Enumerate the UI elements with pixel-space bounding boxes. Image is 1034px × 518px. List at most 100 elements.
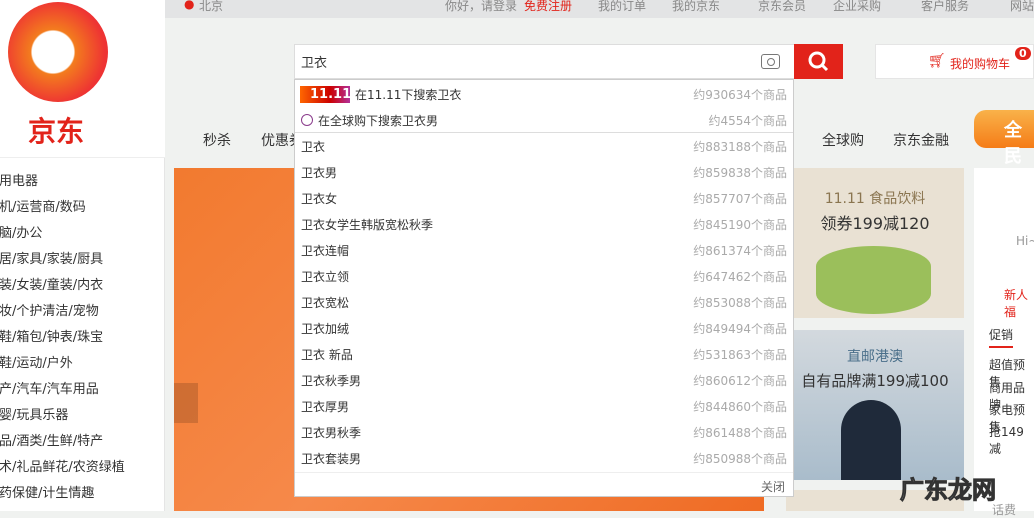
suggestion-count: 约859838个商品 <box>693 166 787 180</box>
mascot-icon <box>8 2 108 102</box>
suggestion-item[interactable]: 卫衣 新品 约531863个商品 <box>295 341 793 367</box>
category-item[interactable]: 家用电器 <box>0 170 38 189</box>
nav-seckill[interactable]: 秒杀 <box>203 130 231 150</box>
suggestion-count: 约849494个商品 <box>693 322 787 336</box>
suggestion-count: 约861488个商品 <box>693 426 787 440</box>
search-icon <box>808 51 829 72</box>
enterprise-link[interactable]: 企业采购 <box>833 0 881 14</box>
user-panel: Hi~ 新人福 促销 超值预售 商用品牌 家电预售 抢149减 话费 <box>974 168 1034 517</box>
globe-icon <box>301 114 313 126</box>
camera-icon[interactable] <box>761 54 780 69</box>
new-user-button[interactable]: 新人福 <box>1004 286 1034 320</box>
suggestion-text: 卫衣套装男 <box>301 452 362 466</box>
nav-finance[interactable]: 京东金融 <box>893 130 949 150</box>
customer-service-link[interactable]: 客户服务 <box>921 0 969 14</box>
suggestion-count: 约531863个商品 <box>693 348 787 362</box>
promo-hk-macau[interactable]: 直邮港澳 自有品牌满199减100 <box>786 330 964 480</box>
watermark: 广东龙网 <box>900 476 997 505</box>
suggestion-text: 卫衣 <box>301 140 326 154</box>
category-item[interactable]: 医药保健/计生情趣 <box>0 482 94 501</box>
jd-logo[interactable]: 京东 <box>0 0 165 158</box>
suggestion-count: 约647462个商品 <box>693 270 787 284</box>
suggestion-count: 约4554个商品 <box>708 114 787 128</box>
greeting: Hi~ <box>1016 234 1034 248</box>
suggestion-global[interactable]: 在全球购下搜索卫衣男 约4554个商品 <box>295 107 793 133</box>
cart-button[interactable]: 🛒︎ 我的购物车 0 <box>875 44 1034 79</box>
suggestion-count: 约853088个商品 <box>693 296 787 310</box>
cart-count-badge: 0 <box>1015 47 1031 60</box>
suggestion-count: 约857707个商品 <box>693 192 787 206</box>
cake-image <box>816 246 931 314</box>
login-link[interactable]: 你好，请登录 <box>445 0 517 14</box>
suggestion-item[interactable]: 卫衣厚男 约844860个商品 <box>295 393 793 419</box>
nav-global[interactable]: 全球购 <box>822 130 864 150</box>
suggestion-1111[interactable]: 11.11 在11.11下搜索卫衣 约930634个商品 <box>295 81 793 107</box>
my-orders-link[interactable]: 我的订单 <box>598 0 646 14</box>
suggestion-text: 卫衣秋季男 <box>301 374 362 388</box>
category-item[interactable]: 手机/运营商/数码 <box>0 196 86 215</box>
category-item[interactable]: 电脑/办公 <box>0 222 42 241</box>
suggestion-item[interactable]: 卫衣女 约857707个商品 <box>295 185 793 211</box>
suggestion-text: 在11.11下搜索卫衣 <box>355 88 462 102</box>
close-suggestions-button[interactable]: 关闭 <box>761 478 785 495</box>
suggestion-count: 约844860个商品 <box>693 400 787 414</box>
site-nav-link[interactable]: 网站 <box>1010 0 1034 14</box>
search-box <box>294 44 794 79</box>
suggestion-item[interactable]: 卫衣秋季男 约860612个商品 <box>295 367 793 393</box>
category-item[interactable]: 女鞋/箱包/钟表/珠宝 <box>0 326 103 345</box>
suggestion-text: 卫衣女学生韩版宽松秋季 <box>301 218 434 232</box>
register-link[interactable]: 免费注册 <box>524 0 572 14</box>
jd-member-link[interactable]: 京东会员 <box>758 0 806 14</box>
promo-badge[interactable]: 全民 <box>974 110 1034 167</box>
category-item[interactable]: 母婴/玩具乐器 <box>0 404 68 423</box>
promo-title: 11.11 食品饮料 <box>824 191 926 207</box>
suggestion-item[interactable]: 卫衣加绒 约849494个商品 <box>295 315 793 341</box>
category-sidebar: 京东 家用电器手机/运营商/数码电脑/办公家居/家具/家装/厨具男装/女装/童装… <box>0 0 165 511</box>
suggestion-text: 卫衣男秋季 <box>301 426 362 440</box>
logo-text: 京东 <box>28 115 85 148</box>
category-item[interactable]: 男装/女装/童装/内衣 <box>0 274 103 293</box>
suggestion-item[interactable]: 卫衣 约883188个商品 <box>295 133 793 159</box>
tab-promo[interactable]: 促销 <box>989 326 1014 348</box>
news-item[interactable]: 抢149减 <box>989 423 1034 457</box>
suggestion-text: 卫衣女 <box>301 192 338 206</box>
suggestion-item[interactable]: 卫衣男 约859838个商品 <box>295 159 793 185</box>
search-button[interactable] <box>794 44 843 79</box>
suggestion-text: 卫衣男 <box>301 166 338 180</box>
suggestion-count: 约930634个商品 <box>693 88 787 102</box>
suggestion-count: 约861374个商品 <box>693 244 787 258</box>
cart-label: 我的购物车 <box>950 57 1011 71</box>
suggestion-text: 在全球购下搜索卫衣男 <box>318 114 439 128</box>
suggestion-item[interactable]: 卫衣套装男 约850988个商品 <box>295 445 793 471</box>
category-item[interactable]: 食品/酒类/生鲜/特产 <box>0 430 103 449</box>
suggestion-item[interactable]: 卫衣女学生韩版宽松秋季 约845190个商品 <box>295 211 793 237</box>
my-jd-link[interactable]: 我的京东 <box>672 0 720 14</box>
suggestion-item[interactable]: 卫衣男秋季 约861488个商品 <box>295 419 793 445</box>
suggestion-count: 约850988个商品 <box>693 452 787 466</box>
category-item[interactable]: 家居/家具/家装/厨具 <box>0 248 103 267</box>
suggestion-text: 卫衣 新品 <box>301 348 353 362</box>
suggestion-count: 约860612个商品 <box>693 374 787 388</box>
category-item[interactable]: 美妆/个护清洁/宠物 <box>0 300 99 319</box>
promo-food[interactable]: 11.11 食品饮料 领券199减120 <box>786 168 964 318</box>
suggestion-count: 约883188个商品 <box>693 140 787 154</box>
suggestion-item[interactable]: 卫衣宽松 约853088个商品 <box>295 289 793 315</box>
1111-badge-icon: 11.11 <box>300 86 351 103</box>
location-link[interactable]: 北京 <box>199 0 223 14</box>
suggestion-text: 卫衣连帽 <box>301 244 350 258</box>
suggestion-text: 卫衣加绒 <box>301 322 350 336</box>
location-pin-icon: ● <box>184 0 195 11</box>
category-item[interactable]: 艺术/礼品鲜花/农资绿植 <box>0 456 125 475</box>
suggestion-count: 约845190个商品 <box>693 218 787 232</box>
model-image <box>841 400 901 480</box>
cart-icon: 🛒︎ <box>928 53 946 69</box>
search-input[interactable] <box>295 45 745 78</box>
category-item[interactable]: 男鞋/运动/户外 <box>0 352 73 371</box>
suggestion-text: 卫衣厚男 <box>301 400 350 414</box>
banner-prev-arrow[interactable] <box>174 383 198 423</box>
search-suggestions: 11.11 在11.11下搜索卫衣 约930634个商品 在全球购下搜索卫衣男 … <box>294 79 794 497</box>
suggestion-item[interactable]: 卫衣立领 约647462个商品 <box>295 263 793 289</box>
suggestion-text: 卫衣立领 <box>301 270 350 284</box>
suggestion-item[interactable]: 卫衣连帽 约861374个商品 <box>295 237 793 263</box>
category-item[interactable]: 房产/汽车/汽车用品 <box>0 378 99 397</box>
